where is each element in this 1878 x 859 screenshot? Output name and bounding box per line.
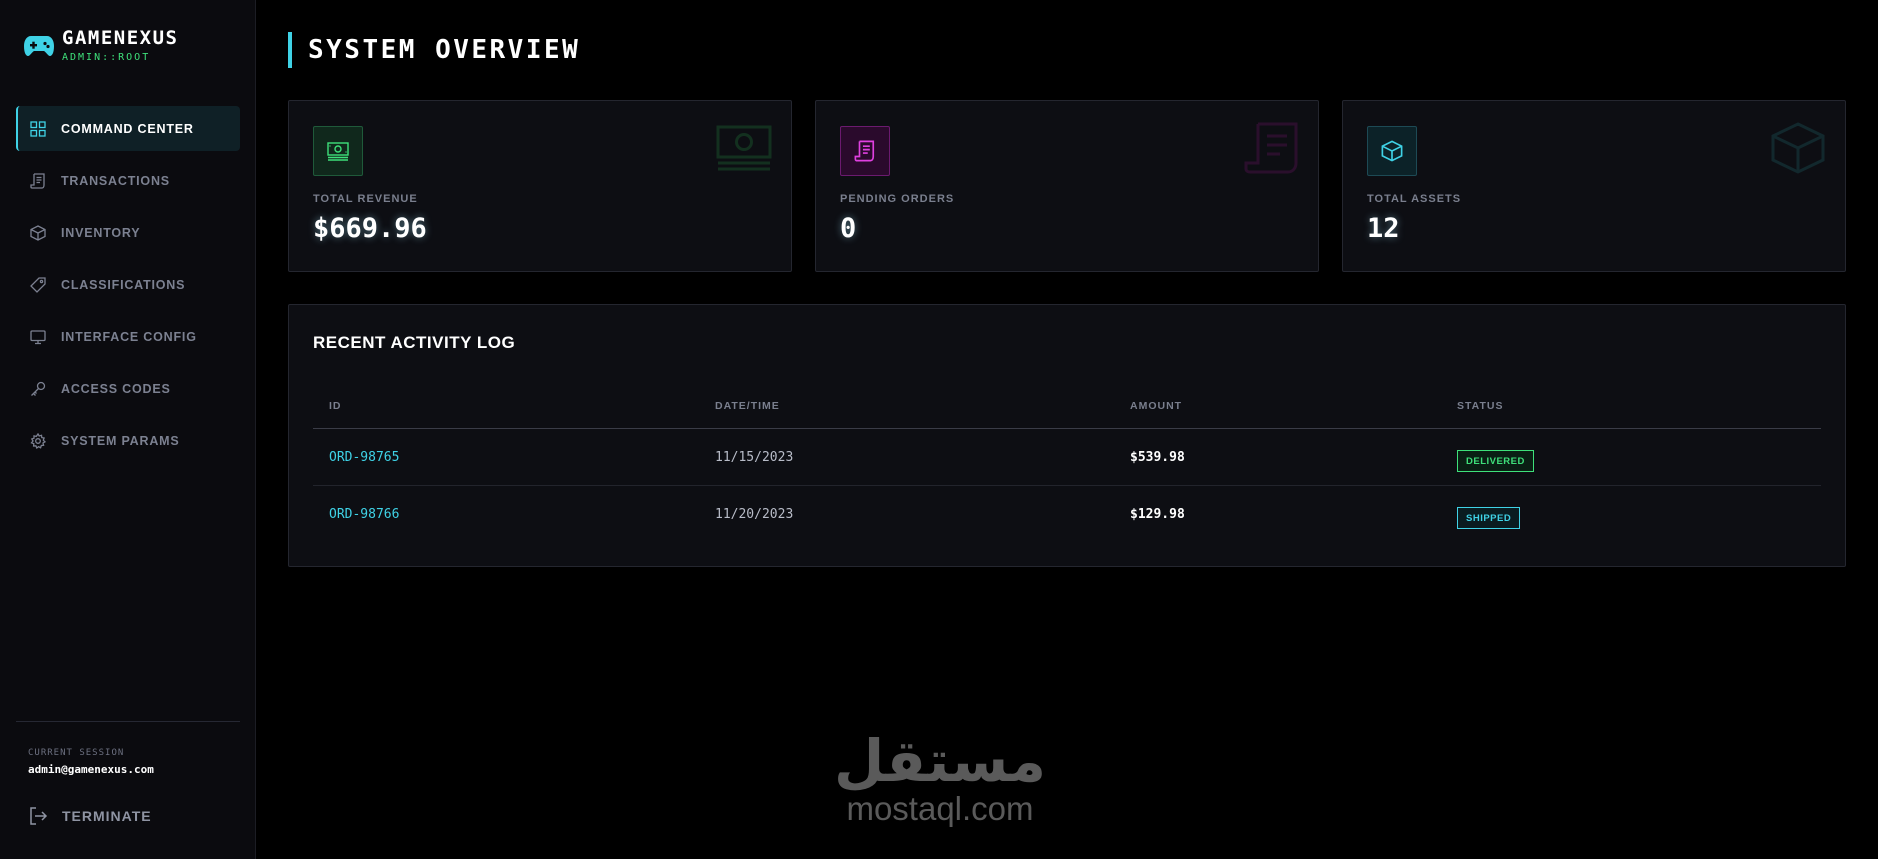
stat-card-pending-orders: PENDING ORDERS 0 bbox=[815, 100, 1319, 272]
sidebar: GAMENEXUS ADMIN::ROOT COMMAND CENTER TRA… bbox=[0, 0, 256, 859]
sidebar-item-label: SYSTEM PARAMS bbox=[61, 433, 180, 448]
monitor-icon bbox=[29, 328, 47, 346]
sidebar-nav: COMMAND CENTER TRANSACTIONS INVENTORY CL… bbox=[16, 106, 240, 470]
order-date: 11/20/2023 bbox=[715, 507, 794, 522]
tag-icon bbox=[29, 276, 47, 294]
sidebar-item-system-params[interactable]: SYSTEM PARAMS bbox=[16, 418, 240, 463]
receipt-icon bbox=[840, 126, 890, 176]
sidebar-divider bbox=[16, 721, 240, 722]
column-header-id: ID bbox=[329, 400, 342, 412]
cube-icon bbox=[1771, 122, 1825, 174]
cube-icon bbox=[29, 224, 47, 242]
sidebar-item-label: ACCESS CODES bbox=[61, 381, 171, 396]
table-row[interactable]: ORD-98766 11/20/2023 $129.98 SHIPPED bbox=[313, 486, 1821, 543]
stat-card-total-assets: TOTAL ASSETS 12 bbox=[1342, 100, 1846, 272]
stat-value: 12 bbox=[1367, 213, 1400, 244]
order-date: 11/15/2023 bbox=[715, 450, 794, 465]
panel-title: RECENT ACTIVITY LOG bbox=[313, 333, 516, 352]
cash-icon bbox=[313, 126, 363, 176]
order-id-link[interactable]: ORD-98766 bbox=[329, 507, 399, 522]
session-user: admin@gamenexus.com bbox=[28, 763, 154, 776]
sidebar-item-label: TRANSACTIONS bbox=[61, 173, 170, 188]
table-header: ID DATE/TIME AMOUNT STATUS bbox=[313, 385, 1821, 429]
stat-value: $669.96 bbox=[313, 213, 427, 244]
session-label: CURRENT SESSION bbox=[28, 748, 125, 758]
sidebar-item-classifications[interactable]: CLASSIFICATIONS bbox=[16, 262, 240, 307]
page-title-bar: SYSTEM OVERVIEW bbox=[288, 32, 580, 68]
gear-icon bbox=[29, 432, 47, 450]
sidebar-item-transactions[interactable]: TRANSACTIONS bbox=[16, 158, 240, 203]
page-title: SYSTEM OVERVIEW bbox=[308, 35, 581, 65]
column-header-status: STATUS bbox=[1457, 400, 1504, 412]
gamepad-icon bbox=[24, 36, 54, 56]
receipt-icon bbox=[1244, 122, 1298, 174]
sidebar-item-access-codes[interactable]: ACCESS CODES bbox=[16, 366, 240, 411]
terminate-label: TERMINATE bbox=[62, 808, 152, 824]
sidebar-item-label: INVENTORY bbox=[61, 225, 141, 240]
column-header-amount: AMOUNT bbox=[1130, 400, 1183, 412]
grid-icon bbox=[29, 120, 47, 138]
status-badge: DELIVERED bbox=[1457, 450, 1534, 472]
recent-activity-panel: RECENT ACTIVITY LOG ID DATE/TIME AMOUNT … bbox=[288, 304, 1846, 567]
watermark: مستقل mostaql.com bbox=[820, 730, 1060, 826]
table-row[interactable]: ORD-98765 11/15/2023 $539.98 DELIVERED bbox=[313, 429, 1821, 486]
stat-label: TOTAL ASSETS bbox=[1367, 193, 1462, 205]
stat-card-revenue: TOTAL REVENUE $669.96 bbox=[288, 100, 792, 272]
stat-label: PENDING ORDERS bbox=[840, 193, 955, 205]
order-amount: $129.98 bbox=[1130, 507, 1185, 522]
watermark-arabic: مستقل bbox=[833, 727, 1047, 795]
brand[interactable]: GAMENEXUS ADMIN::ROOT bbox=[24, 26, 178, 63]
cube-icon bbox=[1367, 126, 1417, 176]
sidebar-item-command-center[interactable]: COMMAND CENTER bbox=[16, 106, 240, 151]
watermark-latin: mostaql.com bbox=[846, 790, 1034, 827]
logout-icon bbox=[30, 807, 48, 825]
stat-value: 0 bbox=[840, 213, 857, 244]
status-badge: SHIPPED bbox=[1457, 507, 1521, 529]
stat-label: TOTAL REVENUE bbox=[313, 193, 418, 205]
key-icon bbox=[29, 380, 47, 398]
cash-icon bbox=[716, 125, 772, 171]
app-name: GAMENEXUS bbox=[62, 27, 179, 49]
sidebar-item-label: COMMAND CENTER bbox=[61, 121, 194, 136]
receipt-icon bbox=[29, 172, 47, 190]
sidebar-item-label: CLASSIFICATIONS bbox=[61, 277, 186, 292]
order-amount: $539.98 bbox=[1130, 450, 1185, 465]
app-role: ADMIN::ROOT bbox=[62, 52, 151, 63]
sidebar-item-label: INTERFACE CONFIG bbox=[61, 329, 197, 344]
order-id-link[interactable]: ORD-98765 bbox=[329, 450, 399, 465]
terminate-button[interactable]: TERMINATE bbox=[28, 806, 152, 826]
sidebar-item-interface-config[interactable]: INTERFACE CONFIG bbox=[16, 314, 240, 359]
sidebar-item-inventory[interactable]: INVENTORY bbox=[16, 210, 240, 255]
activity-table: ID DATE/TIME AMOUNT STATUS ORD-98765 11/… bbox=[313, 385, 1821, 543]
column-header-datetime: DATE/TIME bbox=[715, 400, 780, 412]
